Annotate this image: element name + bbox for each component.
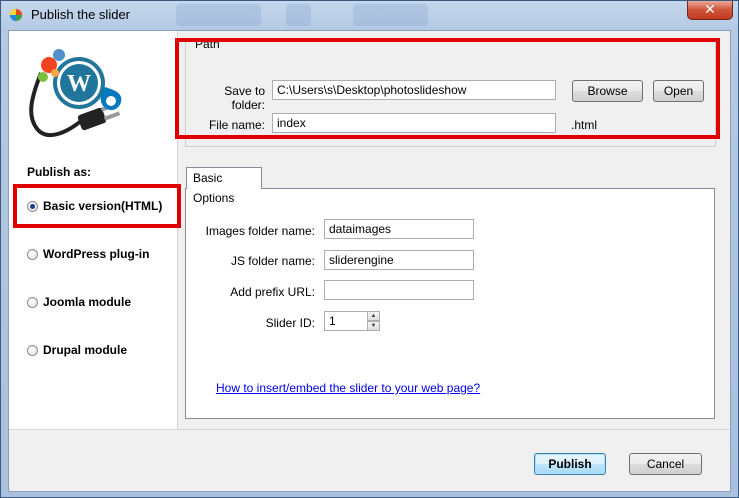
radio-basic-html[interactable]: Basic version(HTML) xyxy=(27,198,162,214)
publish-dialog: Publish the slider ✕ W Publish as: Basic… xyxy=(0,0,739,498)
images-folder-input[interactable]: dataimages xyxy=(324,219,474,239)
images-folder-label: Images folder name: xyxy=(205,224,315,238)
radio-label: Drupal module xyxy=(43,343,128,357)
radio-unchecked-icon[interactable] xyxy=(27,296,38,308)
browse-button[interactable]: Browse xyxy=(572,80,643,102)
radio-wordpress[interactable]: WordPress plug-in xyxy=(27,246,149,262)
save-to-folder-input[interactable]: C:\Users\s\Desktop\photoslideshow xyxy=(272,80,556,100)
radio-drupal[interactable]: Drupal module xyxy=(27,342,127,358)
cancel-button[interactable]: Cancel xyxy=(629,453,702,475)
radio-checked-icon[interactable] xyxy=(27,200,38,212)
background-ghost xyxy=(176,4,261,26)
slider-id-input[interactable]: 1 xyxy=(324,311,368,331)
sidebar: W Publish as: Basic version(HTML) WordPr… xyxy=(9,31,178,429)
close-button[interactable]: ✕ xyxy=(687,1,733,20)
prefix-url-label: Add prefix URL: xyxy=(230,285,315,299)
background-ghost xyxy=(286,4,311,26)
svg-text:W: W xyxy=(67,71,91,97)
publish-button[interactable]: Publish xyxy=(534,453,606,475)
radio-unchecked-icon[interactable] xyxy=(27,344,38,356)
window-title: Publish the slider xyxy=(31,7,130,22)
open-button[interactable]: Open xyxy=(653,80,704,102)
slider-id-spinner: ▲ ▼ xyxy=(367,311,380,331)
prefix-url-input[interactable] xyxy=(324,280,474,300)
footer-divider xyxy=(9,429,730,430)
title-bar[interactable]: Publish the slider ✕ xyxy=(1,1,738,29)
radio-label: Basic version(HTML) xyxy=(43,199,163,213)
spin-up-icon[interactable]: ▲ xyxy=(367,311,380,321)
path-group-label: Path xyxy=(193,37,222,51)
radio-unchecked-icon[interactable] xyxy=(27,248,38,260)
cms-plug-logo-icon: W xyxy=(29,49,122,137)
tab-basic-options[interactable]: Basic Options xyxy=(186,167,262,205)
file-extension-label: .html xyxy=(571,118,598,132)
radio-joomla[interactable]: Joomla module xyxy=(27,294,131,310)
radio-label: WordPress plug-in xyxy=(43,247,150,261)
background-ghost xyxy=(353,4,428,26)
publish-as-label: Publish as: xyxy=(27,165,92,179)
slider-id-label: Slider ID: xyxy=(265,316,315,330)
save-to-folder-label: Save to folder: xyxy=(224,84,265,112)
spin-down-icon[interactable]: ▼ xyxy=(367,321,380,331)
help-embed-link[interactable]: How to insert/embed the slider to your w… xyxy=(216,381,480,395)
js-folder-input[interactable]: sliderengine xyxy=(324,250,474,270)
file-name-input[interactable]: index xyxy=(272,113,556,133)
app-icon xyxy=(9,8,23,22)
radio-label: Joomla module xyxy=(43,295,132,309)
js-folder-label: JS folder name: xyxy=(230,254,315,268)
file-name-label: File name: xyxy=(208,118,265,132)
dialog-body: W Publish as: Basic version(HTML) WordPr… xyxy=(8,30,731,492)
